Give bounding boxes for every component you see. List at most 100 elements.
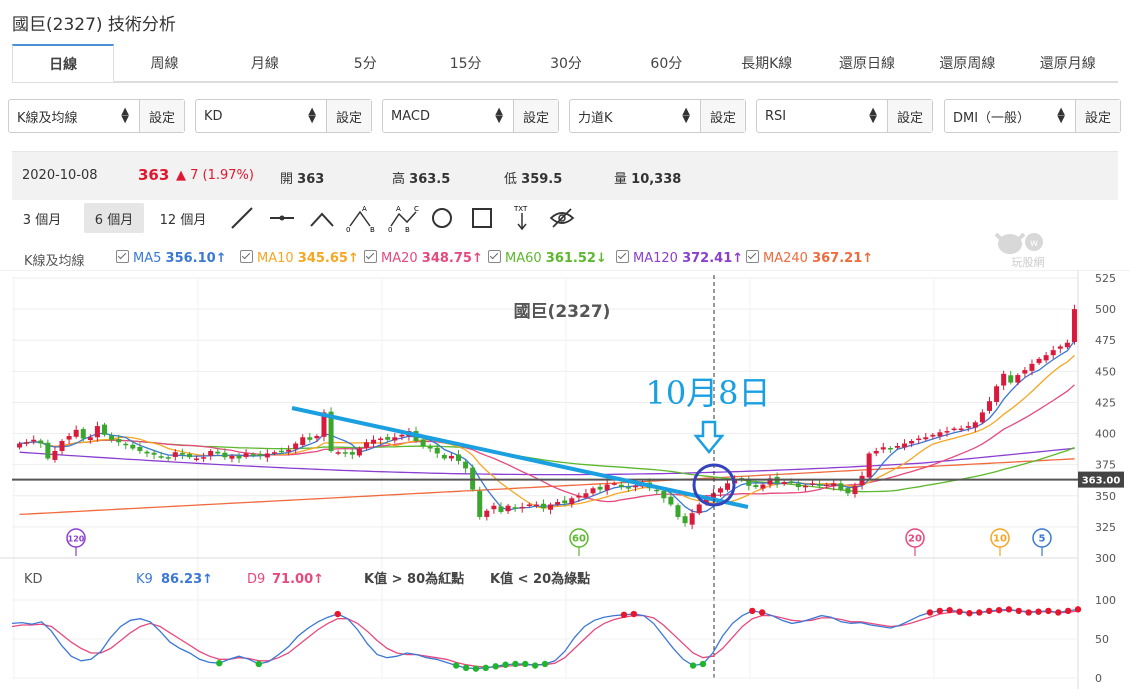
legend-ma10[interactable]: MA10 345.65↑ [240, 250, 359, 266]
tab-3[interactable]: 5分 [315, 44, 416, 82]
indicator-dropdown[interactable]: RSI ▲ ▼ [757, 100, 887, 132]
price-tick-label: 500 [1095, 303, 1116, 316]
kd-green-dot [502, 661, 509, 668]
quote-change: ▲ 7 (1.97%) [176, 168, 254, 183]
abc-pattern-icon[interactable]: A 0 B [346, 204, 378, 232]
candle-body [399, 434, 405, 437]
kd-green-dot [512, 660, 519, 668]
ma10-checkbox[interactable] [240, 250, 253, 263]
tab-0[interactable]: 日線 [12, 44, 115, 82]
candle-body [38, 440, 44, 444]
ma60-checkbox[interactable] [488, 250, 501, 263]
abcd-pattern-icon[interactable]: A C 0 B [388, 204, 422, 232]
candle-body [781, 482, 787, 485]
candle-body [597, 486, 603, 490]
indicator-select-2: MACD ▲ ▼ 設定 [382, 99, 559, 133]
abcd-c: C [414, 205, 419, 213]
volume-label: 量 [614, 172, 628, 187]
tab-2[interactable]: 月線 [214, 44, 316, 82]
indicator-dropdown[interactable]: K線及均線 ▲ ▼ [9, 100, 139, 132]
candle-body [279, 450, 284, 453]
candle-body [441, 454, 447, 459]
candle-body [725, 483, 731, 490]
candle-body [555, 502, 561, 505]
legend-ma240[interactable]: MA240 367.21↑ [746, 250, 873, 266]
tab-7[interactable]: 長期K線 [716, 44, 817, 82]
tab-6[interactable]: 60分 [616, 44, 717, 82]
price-tick-label: 475 [1095, 334, 1116, 347]
kd-red-dot [749, 607, 756, 615]
kd-green-dot [255, 660, 262, 668]
line-tool-icon[interactable] [228, 204, 256, 232]
ma20-checkbox[interactable] [364, 250, 377, 263]
rect-tool-icon[interactable] [468, 204, 496, 232]
indicator-settings-button[interactable]: 設定 [1075, 100, 1120, 132]
candle-body [902, 443, 908, 448]
kd-green-dot [452, 662, 460, 669]
candle-body [73, 429, 79, 437]
text-tool-icon[interactable]: TXT [508, 204, 536, 232]
range-6m-button[interactable]: 6 個月 [84, 203, 144, 233]
ma120-checkbox[interactable] [616, 250, 629, 263]
ma5-checkbox[interactable] [116, 250, 129, 263]
legend-ma60[interactable]: MA60 361.52↓ [488, 250, 607, 266]
candle-body [307, 437, 313, 440]
updown-arrow-icon: ▲ ▼ [121, 106, 129, 125]
period-tabs: 日線 周線 月線 5分 15分 30分 60分 長期K線 還原日線 還原周線 還原月線 [12, 44, 1118, 83]
indicator-dropdown[interactable]: 力道K ▲ ▼ [570, 100, 700, 132]
circle-tool-icon[interactable] [428, 204, 456, 232]
indicator-dropdown[interactable]: KD ▲ ▼ [196, 100, 326, 132]
candle-body [102, 424, 107, 435]
indicator-settings-button[interactable]: 設定 [700, 100, 745, 132]
kd-green-dot [216, 659, 223, 667]
candle-body [972, 422, 978, 428]
candle-body [491, 505, 497, 510]
candle-body [243, 453, 249, 457]
tab-4[interactable]: 15分 [415, 44, 516, 82]
legend-ma120[interactable]: MA120 372.41↑ [616, 250, 743, 266]
candle-body [1071, 309, 1077, 342]
candle-body [810, 483, 815, 485]
price-tick-label: 375 [1095, 459, 1116, 472]
candle-body [880, 447, 886, 450]
tab-5[interactable]: 30分 [515, 44, 617, 82]
tab-9[interactable]: 還原周線 [917, 44, 1018, 82]
hide-eye-icon[interactable] [548, 204, 576, 232]
ma240-name: MA240 [763, 251, 808, 266]
kd-red-dot [630, 610, 638, 618]
candle-body [208, 450, 214, 456]
ma120-name: MA120 [633, 251, 678, 266]
angle-tool-icon[interactable] [308, 204, 336, 232]
kd-red-dot [956, 608, 963, 615]
chart-title: 國巨(2327) [514, 302, 611, 322]
quote-bar: 2020-10-08 363 ▲ 7 (1.97%) 開 363 高 363.5… [12, 151, 1118, 200]
candle-body [519, 506, 525, 509]
range-3m-button[interactable]: 3 個月 [12, 203, 72, 233]
kd-tick-label: 0 [1095, 672, 1102, 685]
tab-10[interactable]: 還原月線 [1017, 44, 1118, 82]
indicator-dropdown[interactable]: MACD ▲ ▼ [383, 100, 513, 132]
ma5-value: 356.10↑ [165, 251, 227, 266]
candle-body [52, 450, 58, 460]
candle-body [151, 452, 157, 455]
indicator-selectors: K線及均線 ▲ ▼ 設定 KD ▲ ▼ 設定 MACD ▲ ▼ 設定 力道K ▲ ▼ 設定 RSI ▲ ▼ 設定 DMI… [8, 99, 1122, 135]
stock-chart[interactable]: 300325350375400425450475500525國巨(2327)36… [0, 270, 1130, 689]
abcd-a: A [396, 205, 401, 213]
tab-8[interactable]: 還原日線 [816, 44, 918, 82]
legend-ma5[interactable]: MA5 356.10↑ [116, 250, 227, 266]
indicator-settings-button[interactable]: 設定 [139, 100, 184, 132]
tab-1[interactable]: 周線 [114, 44, 215, 82]
ma-line-ma10 [19, 354, 1075, 509]
legend-ma20[interactable]: MA20 348.75↑ [364, 250, 483, 266]
ma240-checkbox[interactable] [746, 250, 759, 263]
candle-body [633, 485, 638, 488]
indicator-settings-button[interactable]: 設定 [887, 100, 932, 132]
ma20-value: 348.75↑ [421, 251, 483, 266]
indicator-settings-button[interactable]: 設定 [326, 100, 371, 132]
range-12m-button[interactable]: 12 個月 [152, 203, 214, 233]
ma60-value: 361.52↓ [545, 251, 607, 266]
segment-tool-icon[interactable] [268, 204, 296, 232]
indicator-settings-button[interactable]: 設定 [513, 100, 558, 132]
candle-body [484, 510, 490, 517]
indicator-dropdown[interactable]: DMI（一般） ▲ ▼ [945, 100, 1075, 132]
